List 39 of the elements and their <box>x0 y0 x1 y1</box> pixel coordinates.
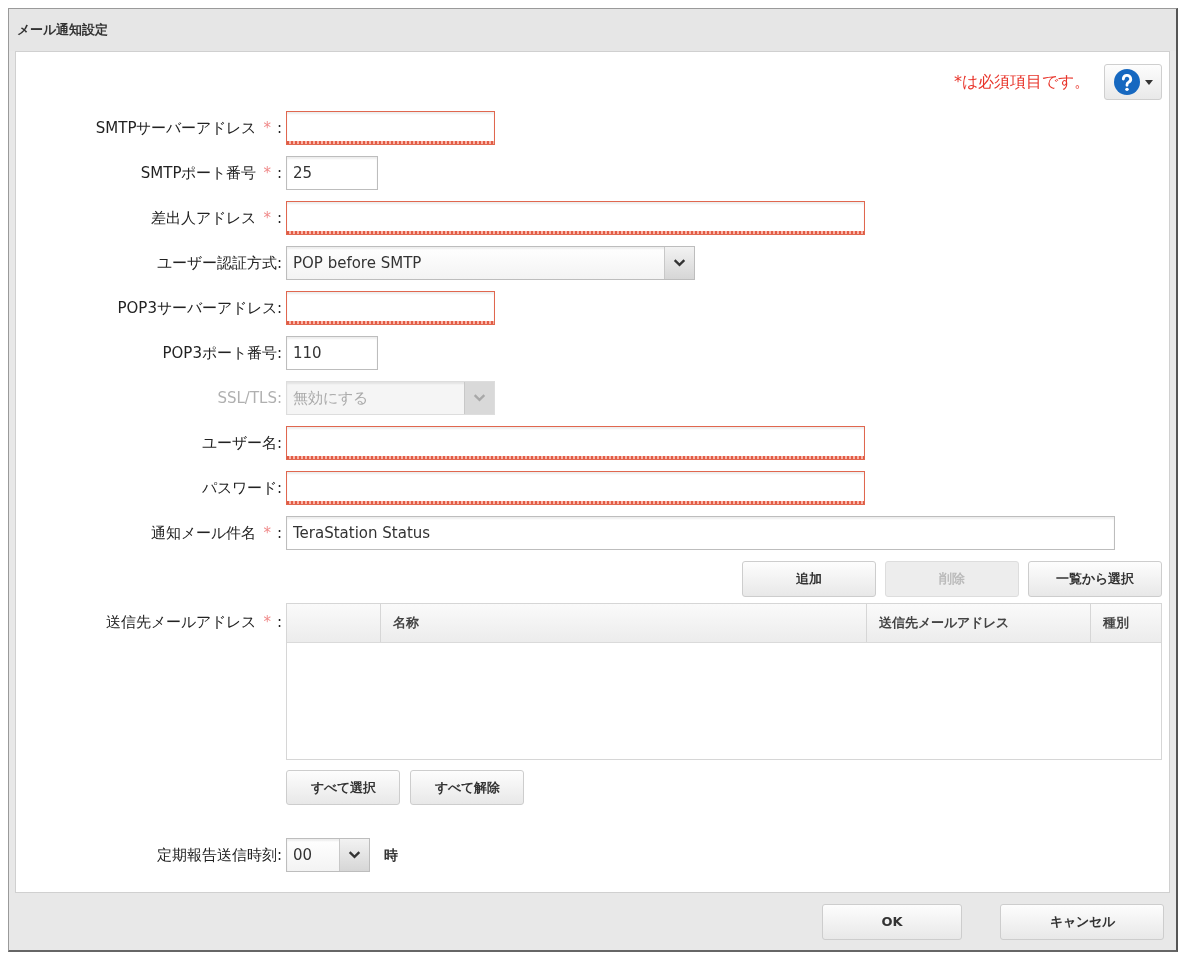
caret-icon <box>1144 79 1153 85</box>
field-label: ユーザー名: <box>200 432 282 454</box>
chevron-down-icon[interactable] <box>664 247 694 279</box>
dropdown[interactable]: POP before SMTP <box>286 246 695 280</box>
input-field[interactable] <box>286 291 495 325</box>
field-label: POP3サーバーアドレス: <box>116 297 282 319</box>
cancel-button[interactable]: キャンセル <box>1000 903 1164 940</box>
field-label: SMTPサーバーアドレス * : <box>94 117 282 139</box>
required-note: *は必須項目です。 <box>954 71 1090 93</box>
input-field[interactable] <box>286 426 865 460</box>
field-label: SSL/TLS: <box>216 387 282 409</box>
input-field[interactable] <box>286 471 865 505</box>
help-icon <box>1113 69 1140 95</box>
hour-unit-label: 時 <box>384 845 398 865</box>
input-field[interactable]: 110 <box>286 336 378 370</box>
column-header: 名称 <box>381 604 867 642</box>
action-button[interactable]: 追加 <box>742 561 876 597</box>
field-label: 通知メール件名 * : <box>150 522 282 544</box>
chevron-down-icon[interactable] <box>339 839 369 871</box>
field-label: 送信先メールアドレス * : <box>105 612 282 633</box>
input-field[interactable] <box>286 111 495 145</box>
column-header: 種別 <box>1102 614 1130 633</box>
input-field[interactable]: TeraStation Status <box>286 516 1115 550</box>
ok-button[interactable]: OK <box>822 903 962 940</box>
field-label: ユーザー認証方式: <box>155 252 282 274</box>
select-action-button[interactable]: すべて解除 <box>410 770 524 805</box>
input-field[interactable] <box>286 201 865 235</box>
field-label: SMTPポート番号 * : <box>139 162 282 184</box>
help-button[interactable] <box>1104 64 1162 100</box>
input-field[interactable]: 25 <box>286 156 378 190</box>
field-label: 差出人アドレス * : <box>150 207 282 229</box>
field-label: パスワード: <box>200 477 282 499</box>
dropdown[interactable]: 00 <box>286 838 370 872</box>
window-title: メール通知設定 <box>17 21 108 40</box>
field-label: POP3ポート番号: <box>161 342 282 364</box>
column-header: 送信先メールアドレス <box>867 604 1091 642</box>
select-action-button[interactable]: すべて選択 <box>286 770 400 805</box>
action-button[interactable]: 一覧から選択 <box>1028 561 1162 597</box>
field-label: 定期報告送信時刻: <box>155 844 282 866</box>
